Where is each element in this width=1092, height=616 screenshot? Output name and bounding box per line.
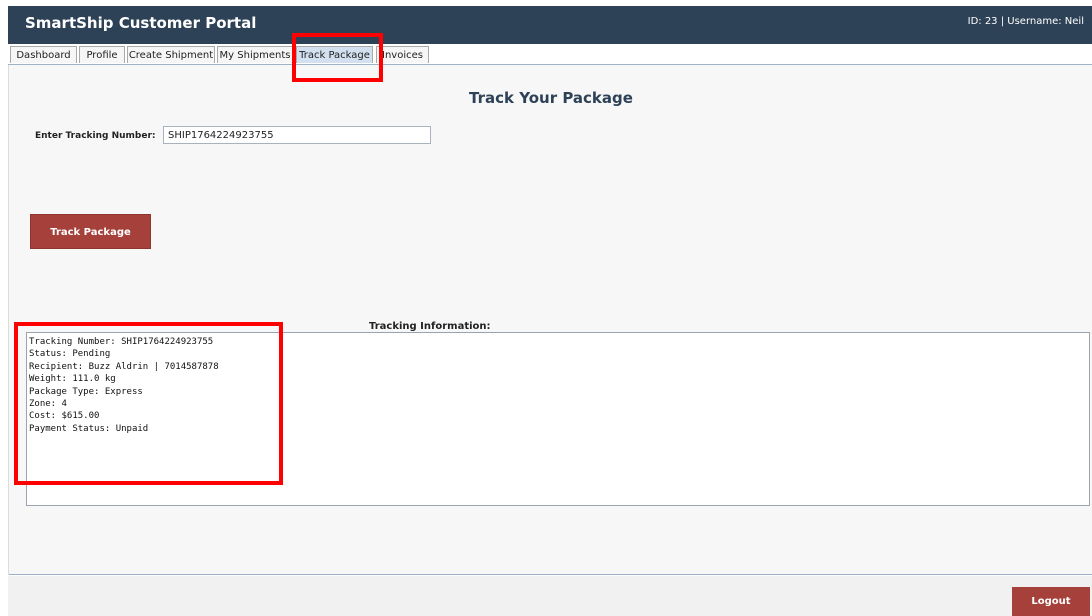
info-line: Package Type: Express <box>29 386 143 397</box>
tab-track-package[interactable]: Track Package <box>296 46 373 63</box>
tab-create-shipment[interactable]: Create Shipment <box>127 46 215 63</box>
panel-divider <box>9 574 1092 575</box>
track-package-panel: Track Your Package Enter Tracking Number… <box>8 65 1092 575</box>
info-line: Payment Status: Unpaid <box>29 423 149 434</box>
tab-profile[interactable]: Profile <box>79 46 125 63</box>
header-bar: SmartShip Customer Portal ID: 23 | Usern… <box>8 6 1092 44</box>
info-line: Recipient: Buzz Aldrin | 7014587878 <box>29 361 219 372</box>
info-line: Cost: $615.00 <box>29 411 100 422</box>
track-package-button[interactable]: Track Package <box>30 214 151 249</box>
page-title: Track Your Package <box>469 89 633 107</box>
info-line: Status: Pending <box>29 349 111 360</box>
user-info: ID: 23 | Username: Neil <box>967 16 1084 27</box>
info-line: Weight: 111.0 kg <box>29 374 116 385</box>
tracking-number-input[interactable] <box>163 126 431 144</box>
tab-dashboard[interactable]: Dashboard <box>10 46 77 63</box>
footer-bar: Logout <box>8 576 1092 616</box>
app-window: SmartShip Customer Portal ID: 23 | Usern… <box>0 0 1092 616</box>
tab-invoices[interactable]: Invoices <box>376 46 429 63</box>
app-title: SmartShip Customer Portal <box>25 14 257 32</box>
tracking-info-label: Tracking Information: <box>369 321 491 332</box>
info-line: Zone: 4 <box>29 399 67 410</box>
logout-button[interactable]: Logout <box>1012 587 1090 616</box>
tab-my-shipments[interactable]: My Shipments <box>217 46 293 63</box>
tab-bar: Dashboard Profile Create Shipment My Shi… <box>8 44 1092 65</box>
tracking-number-label: Enter Tracking Number: <box>35 131 156 141</box>
info-line: Tracking Number: SHIP1764224923755 <box>29 337 214 347</box>
tracking-info-textarea[interactable]: Tracking Number: SHIP1764224923755 Statu… <box>26 332 1090 506</box>
